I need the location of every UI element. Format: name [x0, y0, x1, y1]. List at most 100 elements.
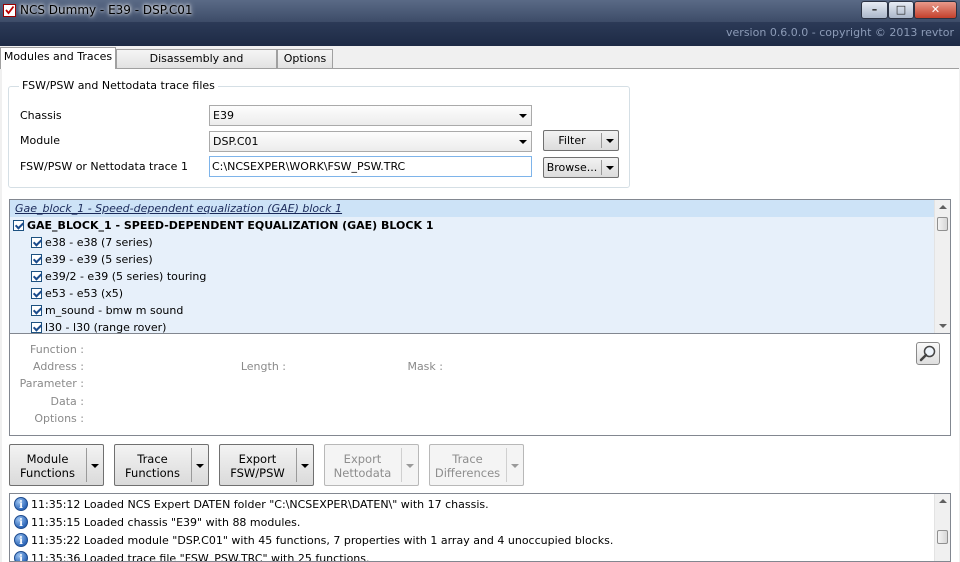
module-functions-button[interactable]: Module Functions — [9, 444, 104, 486]
chevron-down-icon[interactable] — [196, 464, 204, 468]
tab-modules-and-traces[interactable]: Modules and Traces — [0, 47, 116, 69]
tab-options[interactable]: Options — [277, 49, 333, 68]
trace-file-input[interactable] — [210, 157, 531, 176]
button-line2: Nettodata — [333, 466, 392, 480]
chevron-down-icon[interactable] — [301, 464, 309, 468]
chevron-down-icon — [519, 114, 527, 118]
log-text: 11:35:22 Loaded module "DSP.C01" with 45… — [31, 534, 614, 547]
scroll-down-icon[interactable] — [939, 324, 947, 328]
version-text: version 0.6.0.0 - copyright © 2013 revto… — [726, 26, 954, 39]
tree-item-label: l30 - l30 (range rover) — [45, 321, 167, 334]
info-icon — [14, 497, 28, 515]
function-tree[interactable]: Gae_block_1 - Speed-dependent equalizati… — [9, 199, 951, 334]
info-icon — [14, 533, 28, 551]
checkbox[interactable] — [31, 322, 42, 333]
trace-functions-button[interactable]: Trace Functions — [114, 444, 209, 486]
button-text: Trace Functions — [115, 452, 190, 480]
chassis-label: Chassis — [20, 109, 62, 122]
options-label: Options : — [34, 412, 84, 425]
filter-button[interactable]: Filter — [543, 130, 619, 151]
split-divider — [506, 448, 507, 482]
scroll-thumb[interactable] — [937, 530, 948, 544]
log-text: 11:35:36 Loaded trace file "FSW_PSW.TRC"… — [31, 552, 370, 562]
log-entry: 11:35:12 Loaded NCS Expert DATEN folder … — [14, 496, 489, 515]
title-bar: NCS Dummy - E39 - DSP.C01 – □ ✕ — [0, 0, 960, 22]
button-text: Module Functions — [10, 452, 85, 480]
trace-differences-button[interactable]: Trace Differences — [429, 444, 524, 486]
button-line2: FSW/PSW — [230, 466, 285, 480]
minimize-button[interactable]: – — [861, 1, 888, 19]
browse-button[interactable]: Browse... — [543, 157, 619, 178]
button-line1: Export — [343, 452, 382, 466]
module-select[interactable]: DSP.C01 — [209, 131, 532, 152]
button-line1: Trace — [137, 452, 168, 466]
chevron-down-icon — [519, 140, 527, 144]
split-divider — [86, 448, 87, 482]
scroll-up-icon[interactable] — [939, 205, 947, 209]
checkbox[interactable] — [31, 254, 42, 265]
chevron-down-icon[interactable] — [511, 464, 519, 468]
trace-file-label: FSW/PSW or Nettodata trace 1 — [20, 160, 188, 173]
version-bar: version 0.6.0.0 - copyright © 2013 revto… — [0, 22, 960, 46]
log-entry: 11:35:36 Loaded trace file "FSW_PSW.TRC"… — [14, 550, 370, 562]
address-label: Address : — [32, 360, 84, 373]
chevron-down-icon — [606, 139, 614, 143]
magnifier-icon — [919, 345, 936, 362]
minimize-icon: – — [871, 3, 878, 16]
tree-item-label: e38 - e38 (7 series) — [45, 236, 153, 249]
checkbox[interactable] — [31, 288, 42, 299]
log-entry: 11:35:15 Loaded chassis "E39" with 88 mo… — [14, 514, 301, 533]
chevron-down-icon — [606, 166, 614, 170]
scroll-thumb[interactable] — [937, 217, 948, 231]
checkbox[interactable] — [31, 271, 42, 282]
tree-item[interactable]: e38 - e38 (7 series) — [31, 234, 153, 251]
tree-item[interactable]: e39 - e39 (5 series) — [31, 251, 153, 268]
tree-item-label: m_sound - bmw m sound — [45, 304, 184, 317]
split-divider — [296, 448, 297, 482]
tree-header[interactable]: Gae_block_1 - Speed-dependent equalizati… — [10, 200, 936, 217]
maximize-button[interactable]: □ — [888, 1, 914, 19]
chevron-down-icon[interactable] — [91, 464, 99, 468]
tree-item[interactable]: e53 - e53 (x5) — [31, 285, 123, 302]
checkbox[interactable] — [13, 220, 24, 231]
module-value: DSP.C01 — [213, 135, 259, 148]
group-legend: FSW/PSW and Nettodata trace files — [19, 79, 218, 92]
log-scrollbar[interactable] — [934, 494, 950, 561]
tree-scrollbar[interactable] — [934, 200, 950, 333]
checkbox[interactable] — [31, 305, 42, 316]
maximize-icon: □ — [895, 3, 907, 16]
trace-file-field[interactable] — [209, 156, 532, 177]
browse-label: Browse... — [546, 161, 598, 174]
function-label: Function : — [30, 343, 84, 356]
tree-item[interactable]: e39/2 - e39 (5 series) touring — [31, 268, 206, 285]
log-panel[interactable]: 11:35:12 Loaded NCS Expert DATEN folder … — [9, 493, 951, 562]
close-icon: ✕ — [930, 3, 941, 16]
close-button[interactable]: ✕ — [914, 1, 957, 19]
scroll-up-icon[interactable] — [939, 499, 947, 503]
app-checkbox-icon — [3, 4, 16, 17]
button-line1: Trace — [452, 452, 483, 466]
tree-root-label: GAE_BLOCK_1 - SPEED-DEPENDENT EQUALIZATI… — [27, 219, 434, 232]
button-line1: Module — [26, 452, 69, 466]
data-label: Data : — [50, 395, 84, 408]
details-panel: Function : Address : Parameter : Data : … — [9, 334, 951, 436]
chassis-select[interactable]: E39 — [209, 105, 532, 126]
export-fsw-psw-button[interactable]: Export FSW/PSW — [219, 444, 314, 486]
tree-item[interactable]: l30 - l30 (range rover) — [31, 319, 167, 334]
mask-label: Mask : — [407, 360, 443, 373]
tree-item[interactable]: m_sound - bmw m sound — [31, 302, 183, 319]
tree-item-label: e39/2 - e39 (5 series) touring — [45, 270, 207, 283]
tree-root-item[interactable]: GAE_BLOCK_1 - SPEED-DEPENDENT EQUALIZATI… — [13, 217, 433, 234]
log-text: 11:35:15 Loaded chassis "E39" with 88 mo… — [31, 516, 301, 529]
module-label: Module — [20, 134, 60, 147]
tree-item-label: e53 - e53 (x5) — [45, 287, 124, 300]
search-button[interactable] — [916, 342, 940, 365]
chevron-down-icon[interactable] — [406, 464, 414, 468]
export-nettodata-button[interactable]: Export Nettodata — [324, 444, 419, 486]
filter-label: Filter — [558, 134, 586, 147]
button-line2: Functions — [125, 466, 180, 480]
tab-disassembly-and-checksums[interactable]: Disassembly and Checksums — [116, 49, 277, 82]
tab-strip: Modules and Traces Disassembly and Check… — [0, 47, 960, 82]
checkbox[interactable] — [31, 237, 42, 248]
length-label: Length : — [240, 360, 286, 373]
